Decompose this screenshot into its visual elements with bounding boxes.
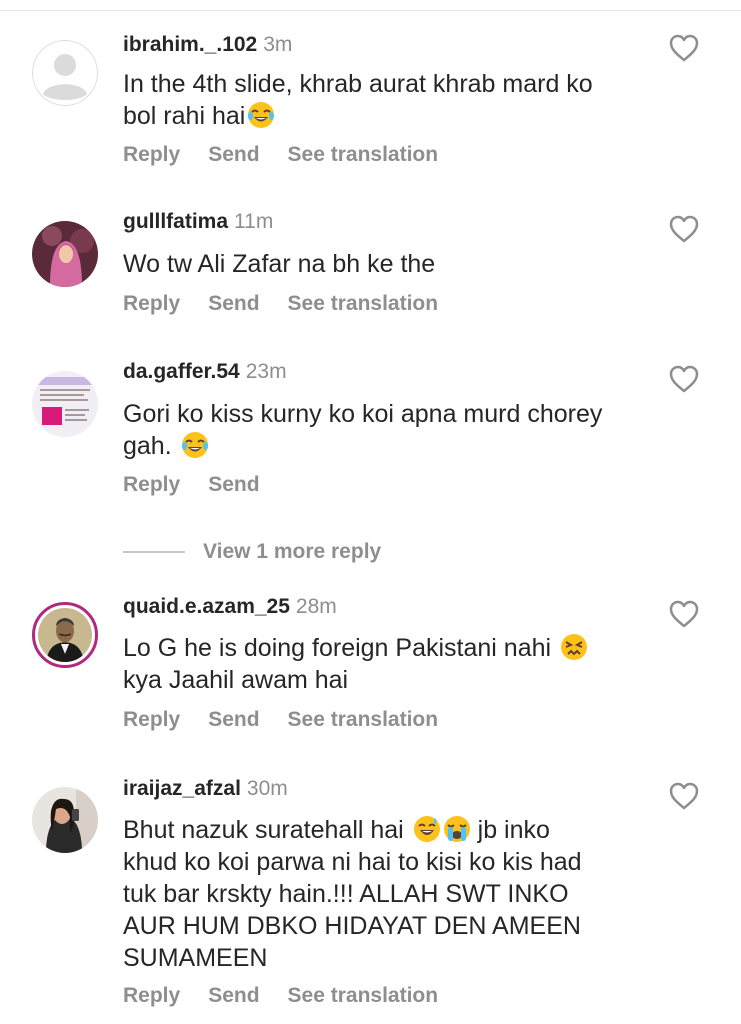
profile-photo [32, 371, 98, 437]
username[interactable]: quaid.e.azam_25 [123, 595, 290, 618]
username[interactable]: ibrahim._.102 [123, 33, 257, 56]
replies-divider [123, 551, 185, 553]
send-button[interactable]: Send [208, 292, 259, 315]
comment-actions: Reply Send See translation [123, 705, 466, 735]
profile-photo [32, 221, 98, 287]
comment-line: kya Jaahil awam hai [123, 666, 349, 694]
comment-header: iraijaz_afzal 30m [123, 774, 288, 804]
comment-line: bol rahi hai [123, 100, 643, 132]
send-button[interactable]: Send [208, 473, 259, 496]
comment-actions: Reply Send See translation [123, 140, 466, 170]
comment-text: Gori ko kiss kurny ko koi apna murd chor… [123, 398, 643, 462]
reply-button[interactable]: Reply [123, 708, 180, 731]
comment-line: SUMAMEEN [123, 944, 268, 972]
top-divider [0, 10, 741, 11]
heart-outline-icon[interactable] [668, 599, 700, 629]
comment-line-text: Lo G he is doing foreign Pakistani nahi [123, 634, 552, 662]
timestamp: 11m [234, 210, 274, 233]
reply-button[interactable]: Reply [123, 143, 180, 166]
see-translation-button[interactable]: See translation [288, 984, 439, 1007]
reply-button[interactable]: Reply [123, 984, 180, 1007]
send-button[interactable]: Send [208, 143, 259, 166]
avatar[interactable] [32, 221, 98, 287]
timestamp: 30m [246, 777, 288, 800]
username[interactable]: da.gaffer.54 [123, 360, 240, 383]
comment-actions: Reply Send See translation [123, 981, 466, 1011]
see-translation-button[interactable]: See translation [288, 708, 439, 731]
username[interactable]: gulllfatima [123, 210, 228, 233]
comment-line: Lo G he is doing foreign Pakistani nahi [123, 632, 643, 664]
comment-text: Bhut nazuk suratehall hai jb inko khud k… [123, 814, 643, 974]
comment-line-text: Bhut nazuk suratehall hai [123, 816, 404, 844]
comment-line: In the 4th slide, khrab aurat khrab mard… [123, 70, 593, 98]
profile-photo [38, 608, 92, 662]
view-more-replies-label[interactable]: View 1 more reply [203, 540, 381, 563]
comment-line-text: jb inko [477, 816, 550, 844]
username[interactable]: iraijaz_afzal [123, 777, 241, 800]
avatar[interactable] [32, 787, 98, 853]
comment-text: In the 4th slide, khrab aurat khrab mard… [123, 68, 643, 132]
comment-header: quaid.e.azam_25 28m [123, 592, 337, 622]
comment-actions: Reply Send See translation [123, 289, 466, 319]
avatar[interactable] [32, 40, 98, 106]
timestamp: 28m [295, 595, 337, 618]
comment-line: Gori ko kiss kurny ko koi apna murd chor… [123, 400, 603, 428]
persevering-face-icon [560, 633, 588, 661]
comment-text: Lo G he is doing foreign Pakistani nahi … [123, 632, 643, 696]
grinning-face-with-sweat-icon [413, 815, 441, 843]
see-translation-button[interactable]: See translation [288, 292, 439, 315]
avatar[interactable] [32, 371, 98, 437]
loudly-crying-face-icon [443, 815, 471, 843]
view-more-replies[interactable]: View 1 more reply [123, 537, 381, 567]
comment-line: AUR HUM DBKO HIDAYAT DEN AMEEN [123, 912, 581, 940]
comment-header: gulllfatima 11m [123, 207, 273, 237]
heart-outline-icon[interactable] [668, 781, 700, 811]
comment-line: gah. [123, 430, 643, 462]
comment-line-text: bol rahi hai [123, 102, 246, 130]
heart-outline-icon[interactable] [668, 364, 700, 394]
default-avatar-icon [32, 40, 98, 106]
timestamp: 3m [263, 33, 293, 56]
avatar[interactable] [32, 602, 98, 668]
send-button[interactable]: Send [208, 708, 259, 731]
comment-header: da.gaffer.54 23m [123, 357, 287, 387]
face-with-tears-of-joy-icon [247, 101, 275, 129]
reply-button[interactable]: Reply [123, 473, 180, 496]
comment-header: ibrahim._.102 3m [123, 30, 292, 60]
profile-photo [32, 787, 98, 853]
heart-outline-icon[interactable] [668, 214, 700, 244]
see-translation-button[interactable]: See translation [288, 143, 439, 166]
reply-button[interactable]: Reply [123, 292, 180, 315]
comment-actions: Reply Send [123, 470, 288, 500]
send-button[interactable]: Send [208, 984, 259, 1007]
comment-line: khud ko koi parwa ni hai to kisi ko kis … [123, 848, 582, 876]
comment-line-text: gah. [123, 432, 172, 460]
face-with-tears-of-joy-icon [181, 431, 209, 459]
comment-line: Wo tw Ali Zafar na bh ke the [123, 250, 436, 278]
timestamp: 23m [245, 360, 287, 383]
comment-text: Wo tw Ali Zafar na bh ke the [123, 248, 643, 280]
comment-line: Bhut nazuk suratehall hai jb inko [123, 814, 643, 846]
comment-line: tuk bar krskty hain.!!! ALLAH SWT INKO [123, 880, 569, 908]
heart-outline-icon[interactable] [668, 33, 700, 63]
